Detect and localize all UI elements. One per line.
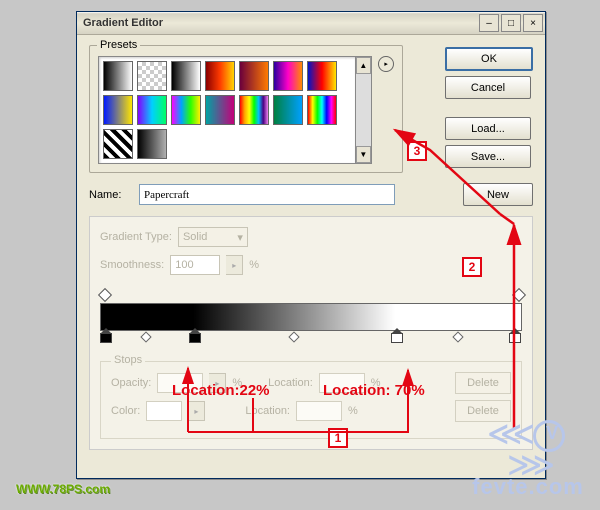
window-title: Gradient Editor: [83, 17, 477, 29]
presets-flyout-icon[interactable]: ▸: [378, 56, 394, 72]
percent-label: %: [249, 259, 259, 271]
color-stop[interactable]: [189, 333, 199, 345]
watermark-78ps: WWW.78PS.com: [16, 482, 110, 496]
presets-grid[interactable]: [98, 56, 356, 164]
preset-swatch[interactable]: [137, 61, 167, 91]
color-stop[interactable]: [509, 333, 519, 345]
stops-fieldset: Stops Opacity: ▸ % Location: % Delete Co…: [100, 361, 522, 439]
scroll-track[interactable]: [356, 74, 372, 146]
preset-swatch[interactable]: [205, 61, 235, 91]
gradient-editor-dialog: Gradient Editor – □ × Presets ▲ ▼ ▸ OK C…: [76, 11, 546, 479]
color-stop[interactable]: [100, 333, 110, 345]
preset-swatch[interactable]: [103, 95, 133, 125]
wings-icon: ⋘V⋙: [468, 420, 588, 478]
preset-swatch[interactable]: [307, 95, 337, 125]
percent-label: %: [232, 377, 242, 389]
preset-swatch[interactable]: [137, 129, 167, 159]
ok-button[interactable]: OK: [445, 47, 533, 71]
preset-swatch[interactable]: [137, 95, 167, 125]
location-label: Location:: [268, 377, 313, 389]
opacity-stop[interactable]: [511, 288, 525, 302]
gradient-settings-panel: Gradient Type: Solid▾ Smoothness: 100 ▸ …: [89, 216, 533, 450]
watermark-fevte: ⋘V⋙ fevte.com: [468, 420, 588, 500]
smoothness-stepper[interactable]: ▸: [226, 255, 243, 275]
preset-swatch[interactable]: [103, 61, 133, 91]
name-row: Name: New: [89, 183, 533, 206]
name-label: Name:: [89, 189, 133, 201]
preset-swatch[interactable]: [239, 95, 269, 125]
color-stop-rail[interactable]: [100, 331, 522, 345]
opacity-stepper: ▸: [209, 373, 226, 393]
presets-scrollbar[interactable]: ▲ ▼: [356, 56, 373, 164]
color-label: Color:: [111, 405, 140, 417]
delete-opacity-stop-button: Delete: [455, 372, 511, 394]
color-stop[interactable]: [391, 333, 401, 345]
new-button[interactable]: New: [463, 183, 533, 206]
smoothness-label: Smoothness:: [100, 259, 164, 271]
midpoint-diamond[interactable]: [288, 331, 299, 342]
stops-legend: Stops: [111, 354, 145, 366]
chevron-down-icon: ▾: [237, 231, 243, 244]
preset-swatch[interactable]: [273, 61, 303, 91]
preset-swatch[interactable]: [171, 95, 201, 125]
presets-legend: Presets: [97, 39, 140, 51]
preset-swatch[interactable]: [205, 95, 235, 125]
preset-swatch[interactable]: [171, 61, 201, 91]
opacity-label: Opacity:: [111, 377, 151, 389]
maximize-button[interactable]: □: [501, 14, 521, 32]
preset-swatch[interactable]: [307, 61, 337, 91]
name-input[interactable]: [139, 184, 395, 205]
preset-swatch[interactable]: [103, 129, 133, 159]
color-location-input: [296, 401, 342, 421]
gradient-type-label: Gradient Type:: [100, 231, 172, 243]
opacity-input: [157, 373, 203, 393]
scroll-up-button[interactable]: ▲: [356, 57, 372, 74]
opacity-stop-rail[interactable]: [100, 289, 522, 303]
presets-fieldset: Presets ▲ ▼ ▸: [89, 45, 403, 173]
percent-label: %: [371, 377, 381, 389]
titlebar[interactable]: Gradient Editor – □ ×: [77, 12, 545, 35]
midpoint-diamond[interactable]: [141, 331, 152, 342]
gradient-bar-area: [100, 289, 522, 345]
smoothness-input[interactable]: 100: [170, 255, 220, 275]
opacity-stop[interactable]: [98, 288, 112, 302]
preset-swatch[interactable]: [273, 95, 303, 125]
location-label: Location:: [245, 405, 290, 417]
cancel-button[interactable]: Cancel: [445, 76, 531, 99]
preset-swatch[interactable]: [239, 61, 269, 91]
save-button[interactable]: Save...: [445, 145, 531, 168]
gradient-type-select[interactable]: Solid▾: [178, 227, 248, 247]
close-button[interactable]: ×: [523, 14, 543, 32]
load-button[interactable]: Load...: [445, 117, 531, 140]
scroll-down-button[interactable]: ▼: [356, 146, 372, 163]
percent-label: %: [348, 405, 358, 417]
location-input: [319, 373, 365, 393]
gradient-preview-bar[interactable]: [100, 303, 522, 331]
color-picker-stepper: ▸: [188, 401, 205, 421]
midpoint-diamond[interactable]: [453, 331, 464, 342]
color-well: [146, 401, 182, 421]
minimize-button[interactable]: –: [479, 14, 499, 32]
dialog-button-column: OK Cancel Load... Save...: [445, 47, 533, 168]
